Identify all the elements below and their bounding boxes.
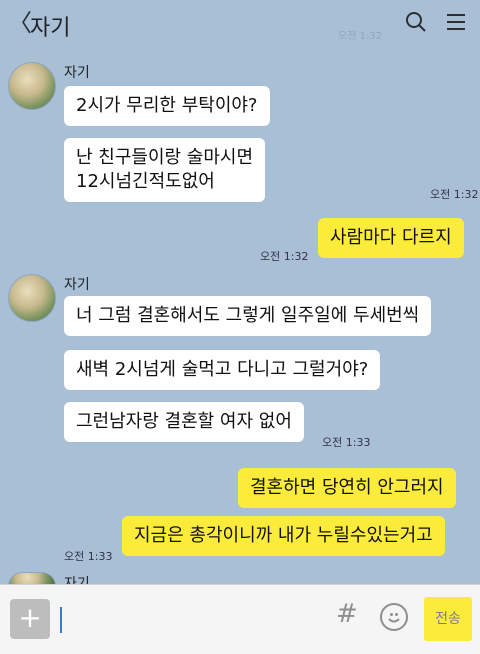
sender-name: 자기 [64,65,90,81]
search-icon[interactable] [404,10,428,34]
avatar[interactable] [8,62,56,110]
message-text: 2시가 무리한 부탁이야? [76,95,258,116]
message-bubble: 사람마다 다르지 [318,218,464,258]
menu-icon[interactable] [444,10,468,34]
message-text: 그런남자랑 결혼할 여자 없어 [76,411,292,432]
sender-name: 자기 [64,277,90,293]
back-button[interactable]: 〈 [8,10,32,36]
message-bubble: 새벽 2시넘게 술먹고 다니고 그럴거야? [64,350,381,390]
avatar[interactable] [8,274,56,322]
watermark-time: 오전 1:32 [338,31,383,42]
hash-icon[interactable]: # [336,599,358,631]
message-bubble: 지금은 총각이니까 내가 누릴수있는거고 [122,516,445,556]
message-bubble: 난 친구들이랑 술마시면 12시넘긴적도없어 [64,138,266,202]
add-attachment-button[interactable]: + [10,599,50,639]
chat-area: 자기 2시가 무리한 부탁이야? 난 친구들이랑 술마시면 12시넘긴적도없어 … [0,50,480,586]
input-bar: + # 전송 [0,584,480,654]
message-bubble: 2시가 무리한 부탁이야? [64,86,270,126]
message-bubble: 결혼하면 당연히 안그러지 [238,468,456,508]
message-time: 오전 1:32 [260,250,309,263]
chat-header: 〈 자기 오전 1:32 [0,0,480,50]
message-bubble: 너 그럼 결혼해서도 그렇게 일주일에 두세번씩 [64,296,432,336]
message-text: 너 그럼 결혼해서도 그렇게 일주일에 두세번씩 [76,305,420,326]
message-line: 12시넘긴적도없어 [76,171,215,192]
message-input[interactable] [60,607,62,633]
message-time: 오전 1:33 [64,550,113,563]
message-text: 결혼하면 당연히 안그러지 [250,477,444,498]
sender-name: 자기 [64,576,90,584]
message-bubble: 그런남자랑 결혼할 여자 없어 [64,402,304,442]
message-text: 사람마다 다르지 [330,227,452,248]
header-actions [404,10,468,34]
message-line: 난 친구들이랑 술마시면 [76,147,254,168]
message-text: 새벽 2시넘게 술먹고 다니고 그럴거야? [76,359,369,380]
message-text: 지금은 총각이니까 내가 누릴수있는거고 [134,525,433,546]
chat-title: 자기 [30,16,71,41]
send-button[interactable]: 전송 [424,597,472,641]
message-time: 오전 1:32 [430,188,479,201]
message-time: 오전 1:33 [322,436,371,449]
emoji-icon[interactable] [380,603,408,631]
